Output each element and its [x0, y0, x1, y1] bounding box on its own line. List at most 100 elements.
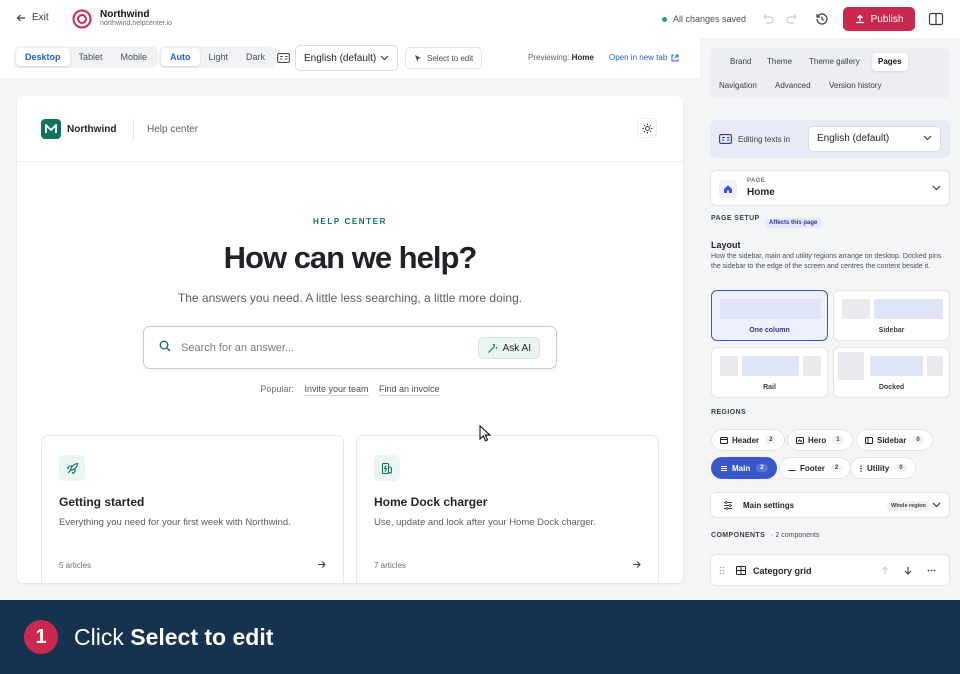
- device-switcher: Desktop Tablet Mobile: [14, 46, 159, 68]
- editing-language-select[interactable]: English (default): [808, 126, 941, 152]
- region-footer-chip[interactable]: Footer 2: [779, 457, 852, 479]
- region-hero-chip[interactable]: Hero 1: [787, 429, 853, 451]
- region-count: 2: [830, 464, 843, 472]
- region-count: 1: [832, 436, 844, 444]
- tab-theme-gallery[interactable]: Theme gallery: [803, 53, 866, 71]
- region-header-chip[interactable]: Header 2: [711, 429, 786, 451]
- region-utility-chip[interactable]: Utility 0: [850, 457, 916, 479]
- ask-ai-label: Ask AI: [502, 342, 531, 354]
- region-name: Header: [732, 435, 760, 445]
- previewing-indicator: Previewing: Home: [528, 53, 594, 62]
- editing-language-bar: Editing texts in English (default): [710, 120, 950, 158]
- footer-region-icon: [788, 465, 796, 472]
- preview-toolbar: Desktop Tablet Mobile Auto Light Dark En…: [0, 38, 700, 78]
- arrow-right-icon: [317, 560, 326, 569]
- cursor-icon: [414, 54, 422, 63]
- main-region-icon: [720, 465, 728, 472]
- language-icon: [277, 53, 290, 63]
- brand-name: Northwind: [100, 9, 150, 20]
- publish-button[interactable]: Publish: [843, 7, 915, 31]
- regions-label: REGIONS: [711, 409, 747, 416]
- previewing-label: Previewing:: [528, 53, 570, 62]
- tab-pages[interactable]: Pages: [872, 53, 908, 71]
- panel-toggle-icon[interactable]: [928, 12, 944, 26]
- tab-advanced[interactable]: Advanced: [769, 77, 817, 95]
- layout-option-docked[interactable]: Docked: [833, 347, 950, 398]
- step-number-badge: 1: [24, 620, 58, 654]
- theme-dark-button[interactable]: Dark: [237, 48, 274, 66]
- magic-wand-icon: [487, 343, 498, 354]
- device-desktop-button[interactable]: Desktop: [16, 48, 70, 66]
- chevron-down-icon: [380, 55, 389, 61]
- main-settings-row[interactable]: Main settings Whole region: [710, 492, 950, 518]
- external-link-icon: [671, 54, 679, 62]
- help-search-bar[interactable]: Search for an answer... Ask AI: [143, 326, 557, 369]
- help-center-preview[interactable]: Northwind Help center HELP CENTER How ca…: [17, 96, 683, 583]
- tab-version-history[interactable]: Version history: [823, 77, 887, 95]
- region-count: 2: [756, 464, 768, 472]
- page-selector[interactable]: PAGE Home: [710, 170, 950, 206]
- region-name: Hero: [808, 435, 827, 445]
- exit-button[interactable]: Exit: [16, 12, 49, 23]
- drag-handle-icon[interactable]: [719, 566, 725, 575]
- caption-text: Click Select to edit: [74, 624, 273, 651]
- card-description: Everything you need for your first week …: [59, 517, 291, 528]
- arrow-up-icon[interactable]: [881, 566, 889, 575]
- whole-region-badge: Whole region: [887, 501, 930, 511]
- theme-light-button[interactable]: Light: [200, 48, 238, 66]
- open-in-new-tab-link[interactable]: Open in new tab: [609, 53, 679, 62]
- top-bar: Exit Northwind northwind.helpcenter.io A…: [0, 0, 960, 38]
- tab-navigation[interactable]: Navigation: [713, 77, 763, 95]
- sliders-icon: [723, 501, 733, 510]
- editing-language-value: English (default): [817, 133, 890, 144]
- history-icon[interactable]: [814, 11, 830, 27]
- sun-icon[interactable]: [637, 118, 657, 138]
- layout-option-rail[interactable]: Rail: [711, 347, 828, 398]
- card-description: Use, update and look after your Home Doc…: [374, 517, 596, 528]
- layout-option-one-column[interactable]: One column: [711, 290, 828, 341]
- publish-label: Publish: [870, 13, 904, 25]
- preview-language-value: English (default): [304, 52, 377, 64]
- chevron-down-icon: [932, 185, 941, 191]
- component-row[interactable]: Category grid: [710, 554, 950, 586]
- preview-language-select[interactable]: English (default): [295, 45, 398, 71]
- undo-icon[interactable]: [760, 12, 774, 26]
- brand-logo-icon: [72, 9, 92, 29]
- previewing-page: Home: [571, 53, 594, 62]
- more-options-icon[interactable]: [927, 566, 936, 575]
- header-region-icon: [720, 436, 728, 444]
- panel-tabs: Brand Theme Theme gallery Pages Navigati…: [710, 48, 950, 98]
- ev-charger-icon: [374, 455, 400, 481]
- components-header: COMPONENTS · 2 components: [711, 532, 819, 539]
- chevron-down-icon: [923, 135, 932, 141]
- utility-region-icon: [859, 464, 863, 472]
- search-placeholder: Search for an answer...: [181, 342, 295, 354]
- device-tablet-button[interactable]: Tablet: [70, 48, 112, 66]
- category-card[interactable]: Getting started Everything you need for …: [41, 435, 344, 583]
- theme-auto-button[interactable]: Auto: [161, 48, 200, 66]
- help-center-link[interactable]: Help center: [147, 124, 198, 135]
- redo-icon[interactable]: [786, 12, 800, 26]
- ask-ai-button[interactable]: Ask AI: [477, 337, 540, 359]
- select-to-edit-button[interactable]: Select to edit: [405, 47, 483, 69]
- arrow-down-icon[interactable]: [904, 566, 912, 575]
- layout-option-sidebar[interactable]: Sidebar: [833, 290, 950, 341]
- layout-preview: [838, 352, 943, 380]
- tab-theme[interactable]: Theme: [761, 53, 798, 71]
- header-divider: [133, 119, 134, 139]
- status-dot-icon: [662, 16, 667, 22]
- device-mobile-button[interactable]: Mobile: [112, 48, 157, 66]
- region-main-chip[interactable]: Main 2: [711, 457, 777, 479]
- popular-link[interactable]: Find an invoice: [379, 384, 440, 396]
- popular-link[interactable]: Invite your team: [304, 384, 369, 396]
- region-sidebar-chip[interactable]: Sidebar 0: [856, 429, 933, 451]
- components-label: COMPONENTS: [711, 532, 766, 539]
- tab-brand[interactable]: Brand: [724, 53, 757, 71]
- save-status: All changes saved: [662, 14, 746, 24]
- region-name: Footer: [800, 463, 825, 473]
- brand-url: northwind.helpcenter.io: [100, 20, 172, 27]
- open-in-new-tab-label: Open in new tab: [609, 53, 668, 62]
- layout-option-label: One column: [749, 327, 790, 334]
- category-card[interactable]: Home Dock charger Use, update and look a…: [356, 435, 659, 583]
- region-name: Main: [732, 463, 751, 473]
